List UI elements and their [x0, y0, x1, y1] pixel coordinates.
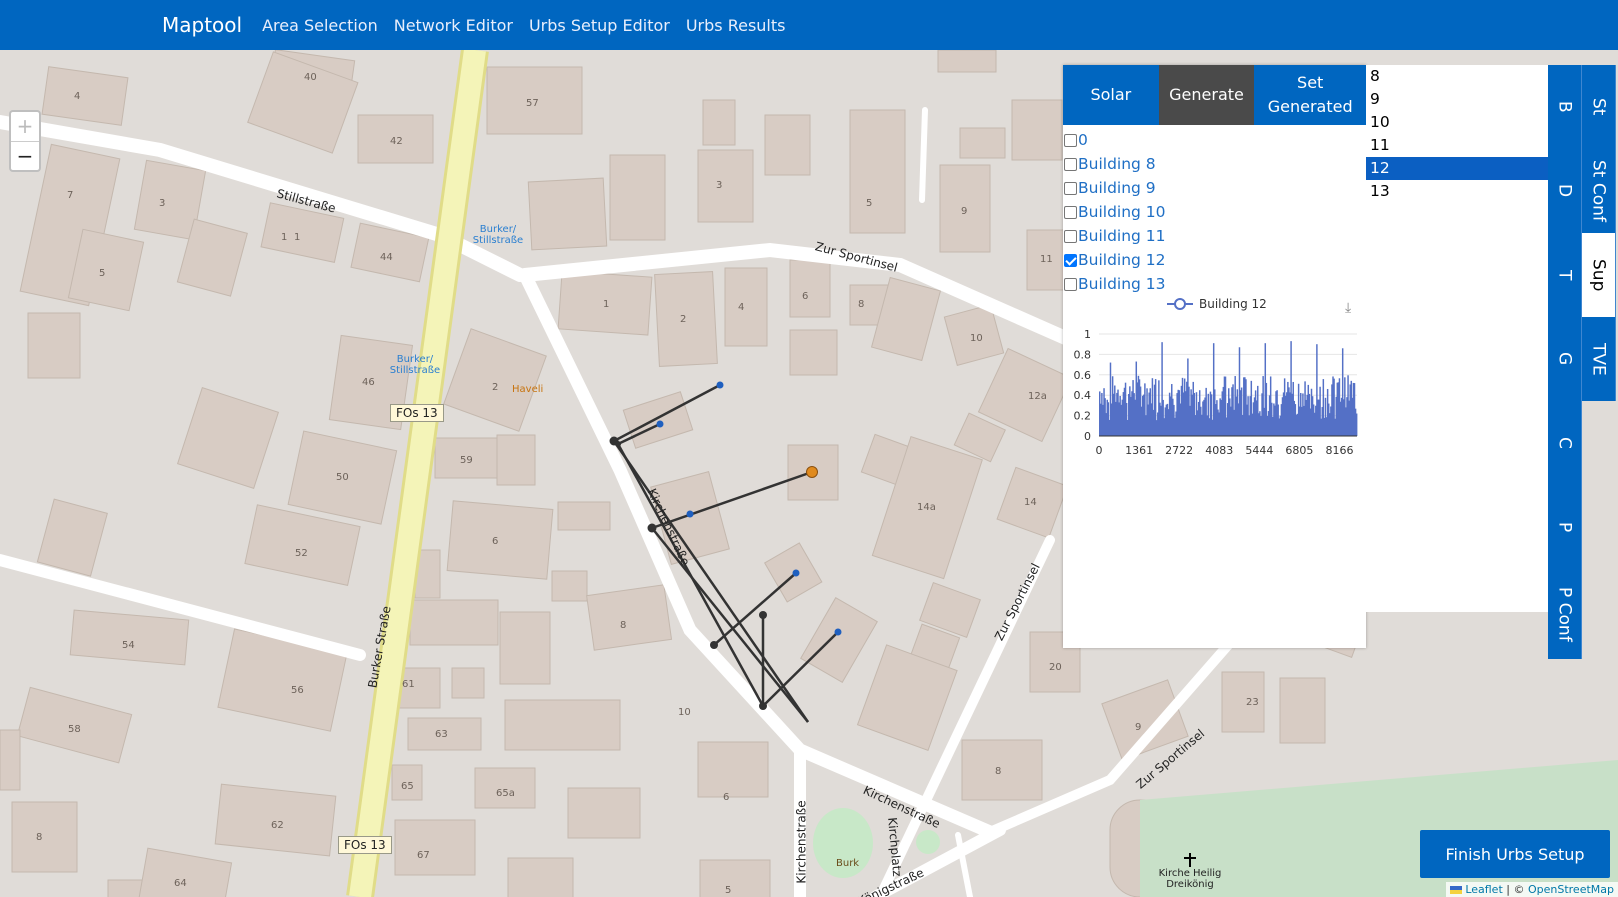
chart: Building 12 0 0.2 0.4 0.6 0.8 1 0 1361 2722 4083 54…	[1063, 296, 1366, 506]
x-tick-label: 5444	[1245, 444, 1273, 457]
leaflet-link[interactable]: Leaflet	[1465, 883, 1502, 896]
vtab-st[interactable]: St	[1582, 65, 1616, 149]
checkbox[interactable]	[1064, 205, 1077, 219]
checkbox[interactable]	[1064, 277, 1077, 291]
list-item[interactable]: 8	[1366, 65, 1549, 88]
x-tick-label: 0	[1096, 444, 1103, 457]
x-tick-label: 8166	[1326, 444, 1354, 457]
zoom-out-button[interactable]: −	[11, 141, 39, 170]
vtab-label: T	[1554, 269, 1575, 281]
building-label: Building 9	[1078, 179, 1156, 197]
list-item[interactable]: 11	[1366, 134, 1549, 157]
map-attribution: Leaflet | © OpenStreetMap	[1445, 882, 1618, 897]
y-tick-label: 0.2	[1074, 410, 1092, 423]
checkbox[interactable]	[1064, 253, 1077, 267]
tab-generate[interactable]: Generate	[1158, 65, 1255, 125]
finish-urbs-setup-button[interactable]: Finish Urbs Setup	[1420, 830, 1610, 878]
vtab-label: C	[1554, 437, 1575, 449]
building-checkbox-item[interactable]: Building 8	[1064, 152, 1366, 176]
x-tick-label: 4083	[1205, 444, 1233, 457]
x-tick-label: 1361	[1125, 444, 1153, 457]
list-item[interactable]: 13	[1366, 180, 1549, 203]
checkbox[interactable]	[1064, 229, 1077, 243]
vtab-label: P Conf	[1554, 586, 1575, 642]
vertical-tabs-right: St St Conf Sup TVE	[1582, 65, 1616, 401]
vtab-label: TVE	[1588, 342, 1609, 376]
y-tick-label: 0.8	[1074, 348, 1092, 361]
vtab-g[interactable]: G	[1548, 317, 1582, 401]
building-label: Building 11	[1078, 227, 1166, 245]
checkbox[interactable]	[1064, 181, 1077, 195]
vtab-p[interactable]: P	[1548, 485, 1582, 569]
zoom-control: + −	[9, 110, 41, 172]
x-tick-label: 2722	[1165, 444, 1193, 457]
list-item[interactable]: 10	[1366, 111, 1549, 134]
building-checkbox-item[interactable]: Building 9	[1064, 176, 1366, 200]
attribution-sep: | ©	[1502, 883, 1528, 896]
chart-svg: Building 12 0 0.2 0.4 0.6 0.8 1 0 1361 2722 4083 54…	[1074, 297, 1358, 457]
vertical-tabs-left: B D T G C P P Conf	[1548, 65, 1582, 659]
download-icon[interactable]: ⤓	[1345, 300, 1351, 316]
bar	[1355, 413, 1358, 436]
building-id-list: 8 9 10 11 12 13	[1366, 65, 1549, 612]
flag-icon	[1449, 886, 1462, 894]
vtab-d[interactable]: D	[1548, 149, 1582, 233]
building-checkbox-item[interactable]: Building 10	[1064, 200, 1366, 224]
brand-logo[interactable]: Maptool	[162, 13, 242, 37]
x-tick-label: 6805	[1285, 444, 1313, 457]
vtab-t[interactable]: T	[1548, 233, 1582, 317]
vtab-label: Sup	[1588, 258, 1609, 292]
building-list: 0 Building 8 Building 9 Building 10 Building…	[1063, 125, 1366, 296]
vtab-label: St	[1588, 98, 1609, 116]
building-checkbox-item[interactable]: Building 13	[1064, 272, 1366, 296]
tab-solar[interactable]: Solar	[1063, 65, 1159, 125]
nav-urbs-setup-editor[interactable]: Urbs Setup Editor	[529, 16, 670, 35]
list-item[interactable]: 12	[1366, 157, 1549, 180]
legend-label[interactable]: Building 12	[1199, 297, 1267, 311]
legend-marker	[1174, 298, 1186, 310]
vtab-c[interactable]: C	[1548, 401, 1582, 485]
top-navbar: Maptool Area Selection Network Editor Ur…	[0, 0, 1618, 50]
building-label: Building 12	[1078, 251, 1166, 269]
building-checkbox-item[interactable]: 0	[1064, 128, 1366, 152]
y-tick-label: 1	[1084, 328, 1091, 341]
osm-link[interactable]: OpenStreetMap	[1528, 883, 1614, 896]
vtab-p-conf[interactable]: P Conf	[1548, 569, 1582, 659]
checkbox[interactable]	[1064, 157, 1077, 171]
vtab-label: G	[1554, 352, 1575, 366]
building-label: 0	[1078, 131, 1088, 149]
checkbox[interactable]	[1064, 133, 1077, 147]
building-checkbox-item[interactable]: Building 11	[1064, 224, 1366, 248]
nav-urbs-results[interactable]: Urbs Results	[686, 16, 786, 35]
zoom-in-button[interactable]: +	[11, 112, 39, 141]
vtab-sup[interactable]: Sup	[1582, 233, 1616, 317]
vtab-label: P	[1554, 521, 1575, 533]
list-item[interactable]: 9	[1366, 88, 1549, 111]
bar-series	[1099, 341, 1358, 436]
vtab-b[interactable]: B	[1548, 65, 1582, 149]
vtab-label: B	[1554, 101, 1575, 113]
vtab-tve[interactable]: TVE	[1582, 317, 1616, 401]
nav-area-selection[interactable]: Area Selection	[262, 16, 378, 35]
building-label: Building 13	[1078, 275, 1166, 293]
y-tick-label: 0.6	[1074, 369, 1092, 382]
building-label: Building 8	[1078, 155, 1156, 173]
y-tick-label: 0	[1084, 430, 1091, 443]
tab-set-generated[interactable]: Set Generated	[1254, 65, 1367, 125]
generate-panel: Solar Generate Set Generated 0 Building 8…	[1063, 65, 1367, 648]
vtab-st-conf[interactable]: St Conf	[1582, 149, 1616, 233]
nav-network-editor[interactable]: Network Editor	[394, 16, 513, 35]
y-tick-label: 0.4	[1074, 389, 1092, 402]
building-checkbox-item[interactable]: Building 12	[1064, 248, 1366, 272]
vtab-label: St Conf	[1588, 160, 1609, 222]
panel-tabs: Solar Generate Set Generated	[1063, 65, 1367, 125]
vtab-label: D	[1554, 184, 1575, 198]
building-label: Building 10	[1078, 203, 1166, 221]
